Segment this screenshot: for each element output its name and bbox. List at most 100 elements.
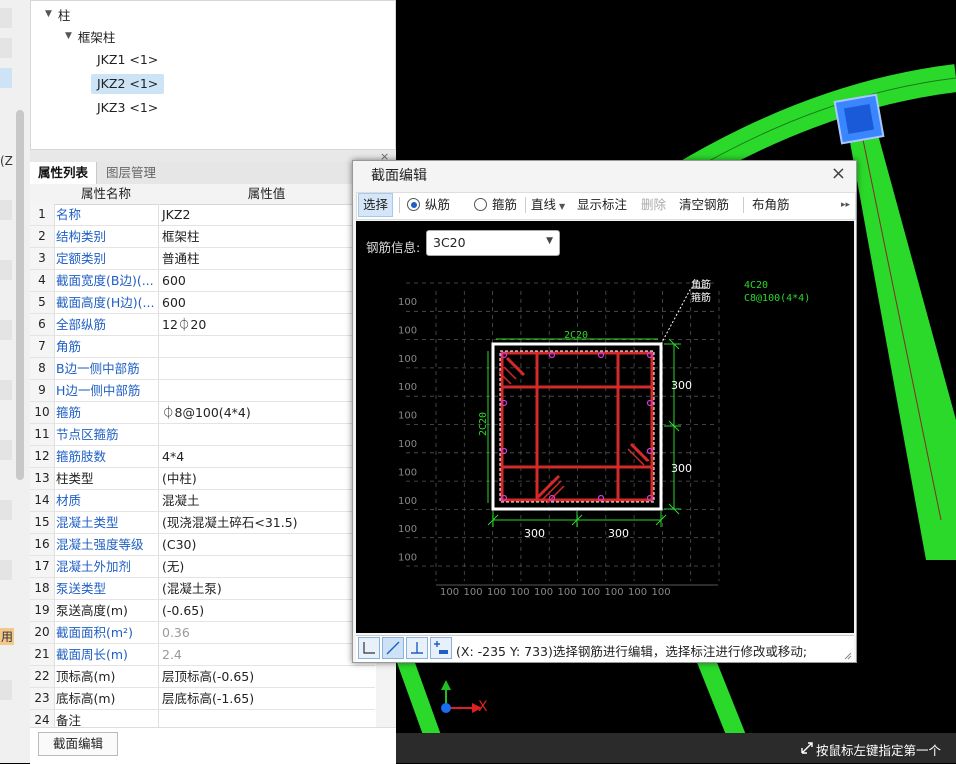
property-value[interactable]: 12⏀20: [158, 314, 377, 335]
selected-column-node[interactable]: [833, 93, 885, 145]
property-row[interactable]: 16 混凝土强度等级 (C30): [30, 534, 375, 556]
property-row[interactable]: 10 箍筋 ⏀8@100(4*4): [30, 402, 375, 424]
property-value[interactable]: (C30): [158, 534, 377, 555]
property-row[interactable]: 23 底标高(m) 层底标高(-1.65): [30, 688, 375, 710]
property-value[interactable]: (无): [158, 556, 377, 577]
property-row[interactable]: 20 截面面积(m²) 0.36: [30, 622, 375, 644]
clear-rebar-button[interactable]: 清空钢筋: [679, 193, 729, 217]
dim-bottom-1[interactable]: 300: [524, 527, 545, 540]
left-strip-item[interactable]: [0, 500, 12, 520]
dim-bottom-2[interactable]: 300: [608, 527, 629, 540]
property-row[interactable]: 1 名称 JKZ2: [30, 204, 375, 226]
legend-stirrup-label: 箍筋: [691, 291, 711, 304]
toolbar-overflow-icon[interactable]: ▸▸: [841, 193, 850, 217]
dim-right-2[interactable]: 300: [671, 462, 692, 475]
legend-corner-value[interactable]: 4C20: [744, 280, 768, 291]
diagonal-line-button[interactable]: [382, 637, 404, 659]
property-row[interactable]: 22 顶标高(m) 层顶标高(-0.65): [30, 666, 375, 688]
top-rebar-label[interactable]: 2C20: [564, 330, 588, 341]
property-row[interactable]: 8 B边一侧中部筋: [30, 358, 375, 380]
property-row[interactable]: 18 泵送类型 (混凝土泵): [30, 578, 375, 600]
property-value[interactable]: [158, 380, 377, 401]
tab-property-list[interactable]: 属性列表: [30, 162, 98, 184]
property-value[interactable]: 层底标高(-1.65): [158, 688, 377, 709]
close-icon[interactable]: ×: [831, 163, 846, 184]
property-row[interactable]: 7 角筋: [30, 336, 375, 358]
section-edit-button[interactable]: 截面编辑: [38, 732, 118, 756]
tree-leaf-jkz3[interactable]: JKZ3 <1>: [91, 97, 164, 119]
property-row[interactable]: 14 材质 混凝土: [30, 490, 375, 512]
left-strip-item[interactable]: [0, 8, 12, 28]
property-value[interactable]: 600: [158, 270, 377, 291]
property-row[interactable]: 21 截面周长(m) 2.4: [30, 644, 375, 666]
property-value[interactable]: [158, 336, 377, 357]
property-row[interactable]: 19 泵送高度(m) (-0.65): [30, 600, 375, 622]
property-value[interactable]: 框架柱: [158, 226, 377, 247]
property-value[interactable]: 600: [158, 292, 377, 313]
tree-leaf-jkz2[interactable]: JKZ2 <1>: [91, 73, 165, 95]
dialog-bottom-bar: (X: -235 Y: 733)选择钢筋进行编辑，选择标注进行修改或移动;: [356, 635, 854, 662]
left-strip-item[interactable]: [0, 68, 12, 88]
property-value[interactable]: JKZ2: [158, 204, 377, 225]
property-row[interactable]: 4 截面宽度(B边)(... 600: [30, 270, 375, 292]
property-value[interactable]: 0.36: [158, 622, 377, 643]
tree-node-label: 柱: [57, 7, 71, 23]
property-value[interactable]: 2.4: [158, 644, 377, 665]
property-value[interactable]: (中柱): [158, 468, 377, 489]
radio-longitudinal[interactable]: 纵筋: [407, 193, 450, 217]
property-row[interactable]: 5 截面高度(H边)(... 600: [30, 292, 375, 314]
left-strip-item[interactable]: [0, 440, 12, 460]
caret-down-icon[interactable]: ▼: [65, 31, 72, 41]
property-row[interactable]: 2 结构类别 框架柱: [30, 226, 375, 248]
property-row[interactable]: 3 定额类别 普通柱: [30, 248, 375, 270]
place-corner-rebar-button[interactable]: 布角筋: [752, 193, 790, 217]
property-row[interactable]: 6 全部纵筋 12⏀20: [30, 314, 375, 336]
line-type-dropdown[interactable]: 直线 ▼: [531, 193, 565, 217]
left-strip-scrollbar[interactable]: [16, 110, 24, 480]
stirrups[interactable]: [500, 351, 654, 502]
left-strip-item[interactable]: [0, 680, 12, 700]
show-annotation-button[interactable]: 显示标注: [577, 193, 627, 217]
tree-node-column[interactable]: ▼ 柱: [45, 3, 70, 25]
radio-checked-icon[interactable]: [407, 198, 420, 211]
left-strip-item[interactable]: [0, 200, 12, 220]
select-button[interactable]: 选择: [358, 193, 394, 217]
property-value[interactable]: 普通柱: [158, 248, 377, 269]
property-row[interactable]: 17 混凝土外加剂 (无): [30, 556, 375, 578]
radio-unchecked-icon[interactable]: [474, 198, 487, 211]
left-strip-item[interactable]: [0, 38, 12, 58]
left-strip-item[interactable]: [0, 560, 12, 580]
property-value[interactable]: (-0.65): [158, 600, 377, 621]
tree-node-frame-column[interactable]: ▼ 框架柱: [65, 25, 115, 47]
caret-down-icon[interactable]: ▼: [45, 9, 52, 19]
property-value[interactable]: 4*4: [158, 446, 377, 467]
ortho-corner-button[interactable]: [358, 637, 380, 659]
legend-stirrup-value[interactable]: C8@100(4*4): [744, 293, 810, 304]
property-value[interactable]: [158, 424, 377, 445]
property-row[interactable]: 9 H边一侧中部筋: [30, 380, 375, 402]
delete-button[interactable]: 删除: [641, 193, 666, 217]
property-row[interactable]: 15 混凝土类型 (现浇混凝土碎石<31.5): [30, 512, 375, 534]
tree-leaf-jkz1[interactable]: JKZ1 <1>: [91, 49, 164, 71]
property-row[interactable]: 12 箍筋肢数 4*4: [30, 446, 375, 468]
panel-splitter[interactable]: [30, 150, 396, 162]
left-strip-item[interactable]: [0, 260, 12, 280]
section-drawing-canvas[interactable]: 钢筋信息: 3C20 ▼ 100 100 100 100 100 100 100 100 100…: [356, 221, 854, 633]
property-value[interactable]: (现浇混凝土碎石<31.5): [158, 512, 377, 533]
left-strip-item[interactable]: [0, 320, 12, 340]
left-strip-item[interactable]: [0, 380, 12, 400]
property-row[interactable]: 13 柱类型 (中柱): [30, 468, 375, 490]
side-rebar-label[interactable]: 2C20: [478, 412, 489, 436]
property-row[interactable]: 11 节点区箍筋: [30, 424, 375, 446]
resize-grip-icon[interactable]: [842, 650, 852, 660]
property-value[interactable]: 混凝土: [158, 490, 377, 511]
property-value[interactable]: ⏀8@100(4*4): [158, 402, 377, 423]
property-value[interactable]: (混凝土泵): [158, 578, 377, 599]
property-value[interactable]: [158, 358, 377, 379]
radio-stirrup[interactable]: 箍筋: [474, 193, 517, 217]
perpendicular-button[interactable]: [406, 637, 428, 659]
tab-layer-management[interactable]: 图层管理: [98, 162, 164, 184]
dim-right-1[interactable]: 300: [671, 379, 692, 392]
property-value[interactable]: 层顶标高(-0.65): [158, 666, 377, 687]
add-dimension-button[interactable]: [430, 637, 452, 659]
